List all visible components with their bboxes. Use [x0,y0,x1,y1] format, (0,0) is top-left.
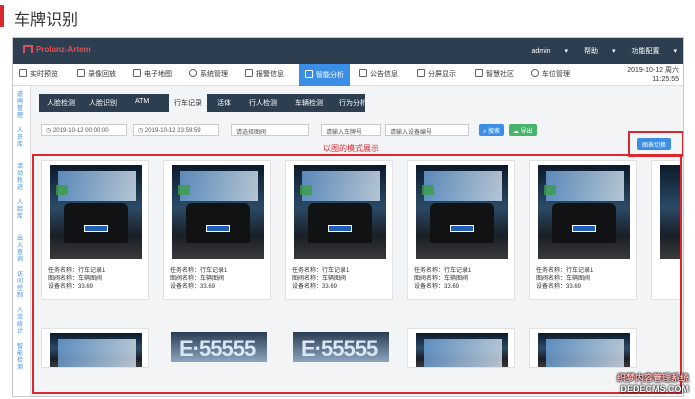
scene-select[interactable]: 请选择图阀 [231,124,309,136]
community-icon [475,69,483,77]
annotation-outline-grid [32,154,682,394]
brand-name: Prolanz-Artem [36,45,91,54]
module-map[interactable]: 电子地图 [133,69,172,79]
tab-face-recognition[interactable]: 人脸识别 [89,98,117,108]
module-bar: 实时预览 录像回放 电子地图 系统管理 报警信息 智能分析 公告信息 分屏显示 … [13,64,683,86]
clock-icon: ◷ [46,128,53,134]
chevron-down-icon: ▾ [673,48,677,55]
analysis-tabs: 人脸检测 人脸识别 ATM 行车记录 活体 行人检测 车辆检测 行为分析 [39,94,367,112]
app-screenshot: Prolanz-Artem admin ▾ 帮助 ▾ 功能配置 ▾ 实时预览 录像回放… [12,37,684,397]
tab-face-detection[interactable]: 人脸检测 [47,98,75,108]
left-nav: 道闸管理 人员库 活动轨迹 人脸库 出入查询 访问控制 人流统计 智能检测 [13,86,31,396]
split-screen-icon [417,69,425,77]
export-button[interactable]: ☁ 导出 [509,124,537,136]
search-button[interactable]: ⌕ 搜索 [479,124,505,136]
module-playback[interactable]: 录像回放 [77,69,116,79]
left-nav-item[interactable]: 出入查询 [17,236,27,264]
end-time-field[interactable]: ◷ 2019-10-12 23:59:59 [133,124,219,136]
top-right-menu: admin ▾ 帮助 ▾ 功能配置 ▾ [517,46,677,56]
logo-icon [23,45,33,53]
tab-pedestrian[interactable]: 行人检测 [249,98,277,108]
tab-vehicle-detection[interactable]: 车辆检测 [295,98,323,108]
left-nav-item[interactable]: 智能检测 [17,344,27,372]
annotation-label: 以图的模式展示 [323,144,379,153]
page-heading: 车牌识别 [0,0,695,32]
left-nav-item[interactable]: 活动轨迹 [17,164,27,192]
help-menu[interactable]: 帮助 [584,48,598,55]
warning-icon [245,69,253,77]
camera-icon [19,69,27,77]
module-split-screen[interactable]: 分屏显示 [417,69,456,79]
map-icon [133,69,141,77]
gear-icon [189,69,197,77]
top-bar: Prolanz-Artem admin ▾ 帮助 ▾ 功能配置 ▾ [13,38,683,64]
film-icon [77,69,85,77]
parking-icon [531,69,539,77]
module-parking[interactable]: 车位管理 [531,69,570,79]
plate-input[interactable]: 请输入车牌号 [321,124,381,136]
chevron-down-icon: ▾ [612,48,616,55]
module-smart-analysis[interactable]: 智能分析 [299,64,350,86]
device-input[interactable]: 请输入设备编号 [385,124,469,136]
module-live-preview[interactable]: 实时预览 [19,69,58,79]
message-icon [359,69,367,77]
monitor-icon [305,70,313,78]
chevron-down-icon: ▾ [564,48,569,55]
clock: 2019-10-12 周六 11:25:55 [627,67,679,83]
heading-accent-bar [0,5,4,27]
module-alarm[interactable]: 报警信息 [245,69,284,79]
clock-icon: ◷ [138,128,145,134]
left-nav-item[interactable]: 人流统计 [17,308,27,336]
start-time-field[interactable]: ◷ 2019-10-12 00:00:00 [41,124,127,136]
module-announcement[interactable]: 公告信息 [359,69,398,79]
left-nav-item[interactable]: 访问控制 [17,272,27,300]
tab-behavior-analysis[interactable]: 行为分析 [339,98,367,108]
cloud-icon: ☁ [513,129,521,135]
site-watermark: 织梦内容管理系统 DEDECMS.COM [616,373,689,394]
user-menu[interactable]: admin [531,48,550,55]
left-nav-item[interactable]: 人脸库 [17,200,27,221]
page-title: 车牌识别 [14,10,79,29]
tab-driving-record[interactable]: 行车记录 [169,94,207,112]
module-system[interactable]: 系统管理 [189,69,228,79]
settings-menu[interactable]: 功能配置 [631,48,659,55]
tab-atm[interactable]: ATM [135,98,149,105]
left-nav-item[interactable]: 人员库 [17,128,27,149]
module-community[interactable]: 智慧社区 [475,69,514,79]
brand-logo: Prolanz-Artem [23,45,91,54]
view-toggle-button[interactable]: 图表切换 [637,138,672,150]
left-nav-item[interactable]: 道闸管理 [17,92,27,120]
tab-liveness[interactable]: 活体 [217,98,231,108]
